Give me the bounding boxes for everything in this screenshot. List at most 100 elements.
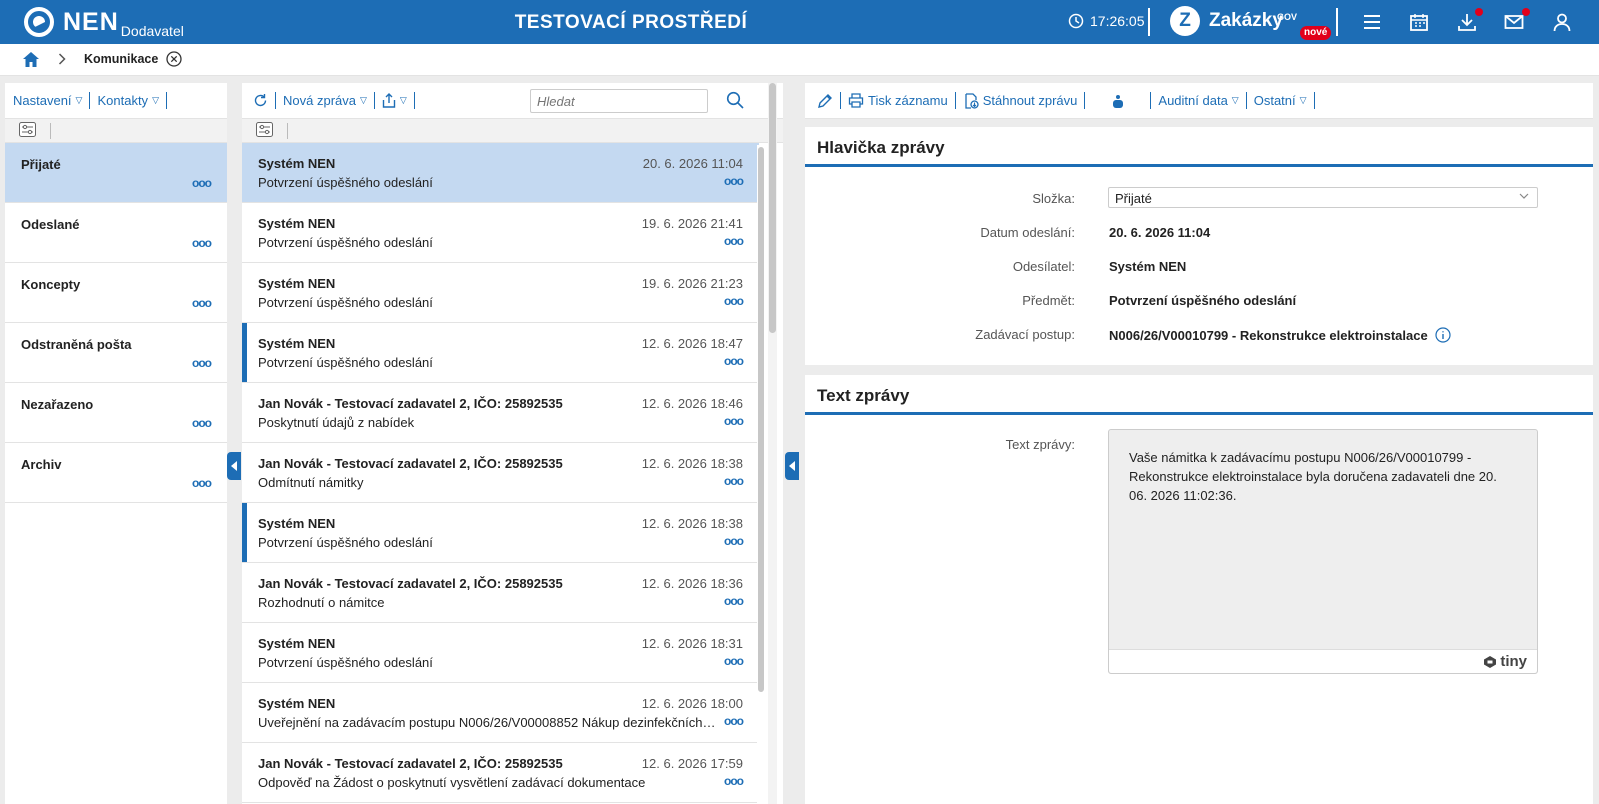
collapse-list-button[interactable] [785,452,799,480]
audit-data-menu[interactable]: Auditní data ▽ [1151,92,1247,109]
procedure-row: Zadávací postup: N006/26/V00010799 - Rek… [805,317,1593,351]
message-row[interactable]: Jan Novák - Testovací zadavatel 2, IČO: … [242,443,759,503]
mail-icon[interactable] [1504,8,1530,34]
collapse-folders-button[interactable] [227,452,241,480]
more-icon[interactable]: ooo [724,174,744,188]
message-row[interactable]: Systém NEN 12. 6. 2026 18:38 Potvrzení ú… [242,503,759,563]
new-badge: nové [1300,26,1332,40]
more-icon[interactable]: ooo [724,474,744,488]
more-icon[interactable]: ooo [724,654,744,668]
divider [287,122,288,139]
more-icon[interactable]: ooo [724,594,744,608]
folder-item-nezarazeno[interactable]: Nezařazeno ooo [5,383,227,443]
more-icon[interactable]: ooo [192,416,212,430]
download-message-button[interactable]: Stáhnout zprávu [956,92,1086,109]
folder-item-prijate[interactable]: Přijaté ooo [5,143,227,203]
message-row[interactable]: Jan Novák - Testovací zadavatel 2, IČO: … [242,743,759,803]
message-row[interactable]: Systém NEN 12. 6. 2026 18:31 Potvrzení ú… [242,623,759,683]
sender-label: Odesílatel: [1012,259,1075,274]
more-icon[interactable]: ooo [192,176,212,190]
close-icon[interactable] [166,51,182,70]
message-row[interactable]: Systém NEN 20. 6. 2026 11:04 Potvrzení ú… [242,143,759,203]
zakazky-name: Zakázky [1209,10,1283,31]
top-bar: NEN Dodavatel TESTOVACÍ PROSTŘEDÍ 17:26:… [0,0,1599,44]
caret-down-icon: ▽ [75,95,83,105]
info-icon[interactable] [1435,327,1451,343]
filter-settings-icon[interactable] [256,121,273,140]
contacts-menu[interactable]: Kontakty ▽ [90,92,167,109]
sent-date-label: Datum odeslání: [980,225,1075,240]
clock-time: 17:26:05 [1090,13,1145,29]
zakazky-gov-link[interactable]: Z Zakázky GOV nové [1170,6,1332,40]
breadcrumb-current: Komunikace [84,52,159,66]
message-row[interactable]: Jan Novák - Testovací zadavatel 2, IČO: … [242,563,759,623]
folders-toolbar: Nastavení ▽ Kontakty ▽ [5,83,227,119]
message-subject: Potvrzení úspěšného odeslání [258,535,433,550]
sender-row: Odesílatel: Systém NEN [805,249,1593,283]
scrollbar-thumb[interactable] [758,147,764,692]
message-row[interactable]: Systém NEN 12. 6. 2026 18:00 Uveřejnění … [242,683,759,743]
folder-item-odstranena-posta[interactable]: Odstraněná pošta ooo [5,323,227,383]
middle-scrollbar[interactable] [768,83,777,804]
more-icon[interactable]: ooo [192,476,212,490]
session-clock: 17:26:05 [1068,13,1145,29]
tiny-icon [1484,655,1497,668]
folder-select-value: Přijaté [1115,191,1152,206]
more-icon[interactable]: ooo [724,234,744,248]
more-icon[interactable]: ooo [192,296,212,310]
pencil-icon [818,93,832,108]
message-text-editor[interactable]: Vaše námitka k zadávacímu postupu N006/2… [1108,429,1538,674]
message-date: 19. 6. 2026 21:41 [641,216,743,231]
export-menu[interactable]: ▽ [375,92,415,109]
more-icon[interactable]: ooo [724,714,744,728]
caret-down-icon: ▽ [1299,95,1307,105]
message-date: 12. 6. 2026 18:31 [641,636,743,651]
calendar-icon[interactable] [1409,12,1431,34]
message-row[interactable]: Systém NEN 19. 6. 2026 21:41 Potvrzení ú… [242,203,759,263]
more-icon[interactable]: ooo [724,414,744,428]
message-row[interactable]: Systém NEN 19. 6. 2026 21:23 Potvrzení ú… [242,263,759,323]
procedure-link[interactable]: N006/26/V00010799 - Rekonstrukce elektro… [1109,328,1428,343]
message-subject: Uveřejnění na zadávacím postupu N006/26/… [258,715,718,730]
message-row[interactable]: Systém NEN 12. 6. 2026 18:47 Potvrzení ú… [242,323,759,383]
menu-icon[interactable] [1362,12,1384,34]
more-icon[interactable]: ooo [724,294,744,308]
print-record-label: Tisk záznamu [868,93,948,108]
message-subject: Poskytnutí údajů z nabídek [258,415,415,430]
folder-select[interactable]: Přijaté [1108,187,1538,208]
zakazky-logo-icon: Z [1170,6,1200,36]
more-icon[interactable]: ooo [192,356,212,370]
folder-item-archiv[interactable]: Archiv ooo [5,443,227,503]
more-icon[interactable]: ooo [724,354,744,368]
filter-settings-icon[interactable] [19,121,36,140]
print-record-button[interactable]: Tisk záznamu [841,92,956,109]
search-icon[interactable] [726,91,744,112]
sender-value: Systém NEN [1109,259,1187,274]
message-list-scrollbar[interactable] [757,145,765,804]
flag-button[interactable] [1085,92,1152,109]
more-icon[interactable]: ooo [724,534,744,548]
more-icon[interactable]: ooo [724,774,744,788]
message-text-label: Text zprávy: [1005,437,1075,452]
message-list: Systém NEN 20. 6. 2026 11:04 Potvrzení ú… [242,143,759,803]
other-menu[interactable]: Ostatní ▽ [1247,92,1315,109]
settings-menu[interactable]: Nastavení ▽ [5,92,91,109]
subject-value: Potvrzení úspěšného odeslání [1109,293,1297,308]
refresh-button[interactable] [246,92,276,109]
message-date: 19. 6. 2026 21:23 [641,276,743,291]
message-row[interactable]: Jan Novák - Testovací zadavatel 2, IČO: … [242,383,759,443]
edit-button[interactable] [817,92,841,109]
other-menu-label: Ostatní [1253,93,1296,108]
more-icon[interactable]: ooo [192,236,212,250]
notification-dot [1475,8,1483,16]
editor-footer: tiny [1109,649,1537,673]
folder-item-koncepty[interactable]: Koncepty ooo [5,263,227,323]
home-icon[interactable] [22,51,40,71]
user-icon[interactable] [1552,12,1574,34]
search-input[interactable] [530,89,708,113]
scrollbar-thumb[interactable] [769,83,776,333]
download-icon[interactable] [1457,8,1483,34]
folder-item-odeslane[interactable]: Odeslané ooo [5,203,227,263]
new-message-button[interactable]: Nová zpráva ▽ [276,92,375,109]
download-message-label: Stáhnout zprávu [982,93,1078,108]
